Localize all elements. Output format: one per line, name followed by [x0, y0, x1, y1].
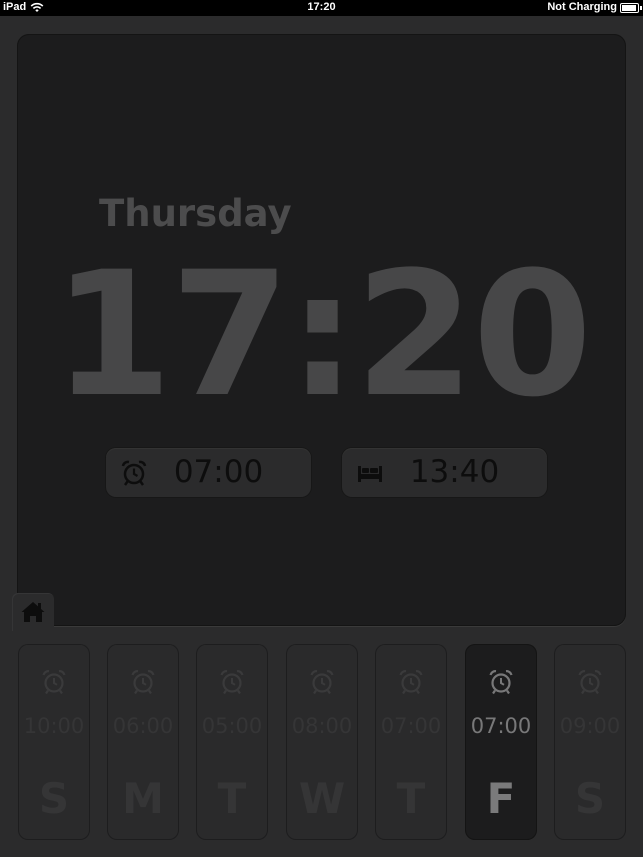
day-tile[interactable]: 05:00 T	[196, 644, 268, 840]
day-letter: M	[122, 774, 164, 823]
battery-icon	[620, 3, 642, 13]
day-tile[interactable]: 06:00 M	[107, 644, 179, 840]
current-time: 17:20	[52, 234, 593, 435]
alarm-time-button[interactable]: 07:00	[106, 448, 311, 497]
day-letter: S	[38, 774, 70, 823]
day-tile[interactable]: 07:00 F	[465, 644, 537, 840]
day-letter: T	[396, 774, 426, 823]
home-icon	[21, 602, 45, 622]
status-bar: iPad 17:20 Not Charging	[0, 0, 643, 16]
app-frame: Thursday 17:20 07:00 13:40 10:00 S 06:00…	[0, 16, 643, 857]
day-alarm-time: 09:00	[559, 714, 621, 738]
day-letter: F	[486, 774, 516, 823]
day-label: Thursday	[99, 192, 292, 235]
alarm-clock-icon	[131, 670, 155, 695]
day-letter: T	[217, 774, 247, 823]
alarm-clock-icon	[578, 670, 602, 695]
clock-panel: Thursday 17:20 07:00 13:40	[17, 34, 626, 626]
day-tile[interactable]: 10:00 S	[18, 644, 90, 840]
alarm-clock-icon	[310, 670, 334, 695]
sleep-time-label: 13:40	[409, 454, 500, 490]
alarm-clock-icon	[399, 670, 423, 695]
day-tile[interactable]: 08:00 W	[286, 644, 358, 840]
day-letter: S	[574, 774, 606, 823]
day-alarm-time: 07:00	[380, 714, 442, 738]
day-alarm-time: 07:00	[470, 714, 532, 738]
day-tile[interactable]: 09:00 S	[554, 644, 626, 840]
day-tile[interactable]: 07:00 T	[375, 644, 447, 840]
day-letter: W	[298, 774, 346, 823]
home-tab[interactable]	[12, 593, 54, 631]
alarm-clock-icon	[489, 670, 513, 695]
day-alarm-time: 05:00	[201, 714, 263, 738]
day-alarm-time: 10:00	[23, 714, 85, 738]
day-alarm-time: 08:00	[291, 714, 353, 738]
charging-status: Not Charging	[547, 1, 617, 13]
sleep-time-button[interactable]: 13:40	[342, 448, 547, 497]
day-alarm-time: 06:00	[112, 714, 174, 738]
alarm-clock-icon	[42, 670, 66, 695]
alarm-time-label: 07:00	[173, 454, 264, 490]
alarm-clock-icon	[220, 670, 244, 695]
